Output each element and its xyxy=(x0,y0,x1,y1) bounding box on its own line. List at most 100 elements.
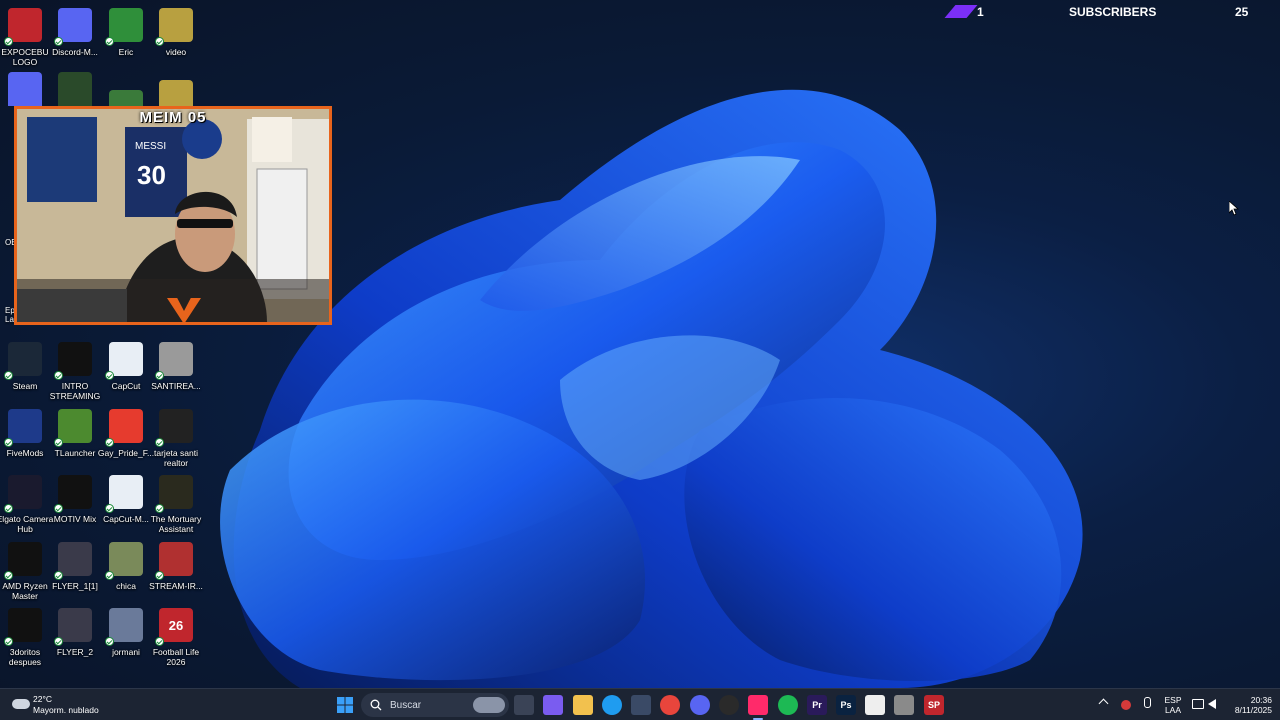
webcam-scene: MESSI 30 xyxy=(17,109,329,322)
desktop-icon[interactable]: Steam xyxy=(0,342,50,391)
file-explorer-icon[interactable] xyxy=(573,695,593,715)
sync-check-icon xyxy=(54,504,63,513)
taskbar-search-box[interactable]: Buscar xyxy=(361,693,509,717)
photoshop-icon[interactable]: Ps xyxy=(836,695,856,715)
desktop-icon[interactable]: MOTIV Mix xyxy=(50,475,100,524)
desktop-icon[interactable]: INTRO STREAMING xyxy=(50,342,100,401)
discord-icon xyxy=(54,8,92,46)
clock-time: 20:36 xyxy=(1250,695,1272,705)
microphone-icon[interactable] xyxy=(1144,697,1151,708)
desktop-icon-label: Football Life 2026 xyxy=(152,647,200,667)
chica-image-icon xyxy=(105,542,143,580)
stream-ir-icon xyxy=(155,542,193,580)
desktop-icon[interactable]: Discord-M... xyxy=(50,8,100,57)
tools-icon[interactable] xyxy=(894,695,914,715)
desktop-icon[interactable]: video xyxy=(151,8,201,57)
search-placeholder: Buscar xyxy=(390,699,422,711)
desktop-icon[interactable]: AMD Ryzen Master xyxy=(0,542,50,601)
sync-check-icon xyxy=(4,37,13,46)
video-file-icon[interactable] xyxy=(159,80,193,106)
tiktok-live-icon[interactable] xyxy=(748,695,768,720)
desktop-icon[interactable]: CapCut-M... xyxy=(101,475,151,524)
clock[interactable]: 20:36 8/11/2025 xyxy=(1226,695,1272,715)
desktop-icon[interactable]: Gay_Pride_F... xyxy=(98,409,154,458)
photoshop-icon-text: Ps xyxy=(840,700,852,710)
edge-icon[interactable] xyxy=(602,695,622,715)
overlay-label: SUBSCRIBERS xyxy=(1069,5,1157,19)
discord-taskbar-icon[interactable] xyxy=(690,695,710,715)
gta-v-icon[interactable] xyxy=(58,72,92,106)
sp-app-icon[interactable]: SP xyxy=(924,695,944,715)
sync-check-icon xyxy=(4,504,13,513)
weather-cloud-icon xyxy=(12,699,30,709)
overlay-left-count: 1 xyxy=(977,5,984,19)
start-button[interactable] xyxy=(335,695,355,715)
desktop-icon-label: tarjeta santi realtor xyxy=(154,448,198,468)
weather-temp: 22°C xyxy=(33,694,52,704)
premiere-icon[interactable]: Pr xyxy=(807,695,827,715)
intro-streaming-icon xyxy=(54,342,92,380)
overlay-accent-bar xyxy=(944,5,978,18)
windows-logo-icon xyxy=(337,697,353,713)
spotify-icon[interactable] xyxy=(778,695,798,715)
desktop-icon-label: STREAM-IR... xyxy=(149,581,203,591)
desktop-icon[interactable]: TLauncher xyxy=(50,409,100,458)
video-file-icon xyxy=(155,8,193,46)
motiv-mix-icon xyxy=(54,475,92,513)
santirea-file-icon xyxy=(155,342,193,380)
desktop-icon[interactable]: chica xyxy=(101,542,151,591)
sync-check-icon xyxy=(54,438,63,447)
copilot-icon[interactable] xyxy=(543,695,563,715)
tray-app-icon[interactable] xyxy=(1121,700,1131,710)
tray-chevron-icon[interactable] xyxy=(1098,698,1109,709)
weather-desc: Mayorm. nublado xyxy=(33,705,99,715)
weather-widget[interactable]: 22°C Mayorm. nublado xyxy=(8,693,118,717)
desktop-icon[interactable]: FLYER_2 xyxy=(50,608,100,657)
flyer2-file-icon xyxy=(54,608,92,646)
desktop-icon-label: FLYER_2 xyxy=(56,647,94,657)
desktop-icon[interactable]: SANTIREA... xyxy=(151,342,201,391)
sync-check-icon xyxy=(155,637,164,646)
discord-icon[interactable] xyxy=(8,72,42,106)
desktop-icon[interactable]: FiveMods xyxy=(0,409,50,458)
clock-date: 8/11/2025 xyxy=(1234,705,1272,715)
desktop-icon[interactable]: tarjeta santi realtor xyxy=(151,409,201,468)
overlay-right-count: 25 xyxy=(1235,5,1249,19)
desktop-icon[interactable]: CapCut xyxy=(101,342,151,391)
desktop-icon[interactable]: Eric xyxy=(101,8,151,57)
desktop-icon[interactable]: The Mortuary Assistant xyxy=(151,475,201,534)
amd-ryzen-icon xyxy=(4,542,42,580)
obs-icon[interactable] xyxy=(719,695,739,715)
desktop-icon[interactable]: Elgato Camera Hub xyxy=(0,475,53,534)
capcut-taskbar-icon[interactable] xyxy=(865,695,885,715)
webcam-overlay: MESSI 30 MEIM 05 xyxy=(14,106,332,325)
sync-check-icon xyxy=(155,571,164,580)
desktop-icon[interactable]: STREAM-IR... xyxy=(149,542,203,591)
desktop-icon[interactable]: 3doritos despues xyxy=(0,608,50,667)
sync-check-icon xyxy=(105,438,114,447)
microsoft-store-icon[interactable] xyxy=(631,695,651,715)
app-icon[interactable] xyxy=(109,90,143,106)
language-indicator[interactable]: ESP LAA xyxy=(1162,695,1184,715)
sync-check-icon xyxy=(105,371,114,380)
volume-icon[interactable] xyxy=(1208,699,1216,709)
desktop-icon-label: TLauncher xyxy=(54,448,96,458)
sync-check-icon xyxy=(105,37,114,46)
taskbar: 22°C Mayorm. nublado Buscar Pr Ps SP ESP L… xyxy=(0,688,1280,720)
jormani-image-icon xyxy=(105,608,143,646)
task-view-icon[interactable] xyxy=(514,695,534,715)
desktop-icon[interactable]: 26 Football Life 2026 xyxy=(151,608,201,667)
desktop-icon-label: SANTIREA... xyxy=(151,381,201,391)
network-icon[interactable] xyxy=(1192,699,1204,709)
sync-check-icon xyxy=(54,571,63,580)
webcam-title: MEIM 05 xyxy=(139,109,207,126)
language-code: ESP xyxy=(1164,695,1182,705)
desktop-icon[interactable]: jormani xyxy=(101,608,151,657)
sync-check-icon xyxy=(4,571,13,580)
tarjeta-file-icon xyxy=(155,409,193,447)
desktop-icon-label: FLYER_1[1] xyxy=(52,581,98,591)
desktop-icon[interactable]: FLYER_1[1] xyxy=(50,542,100,591)
sync-check-icon xyxy=(54,371,63,380)
desktop-icon[interactable]: EXPOCEBU LOGO xyxy=(0,8,50,67)
chrome-icon[interactable] xyxy=(660,695,680,715)
